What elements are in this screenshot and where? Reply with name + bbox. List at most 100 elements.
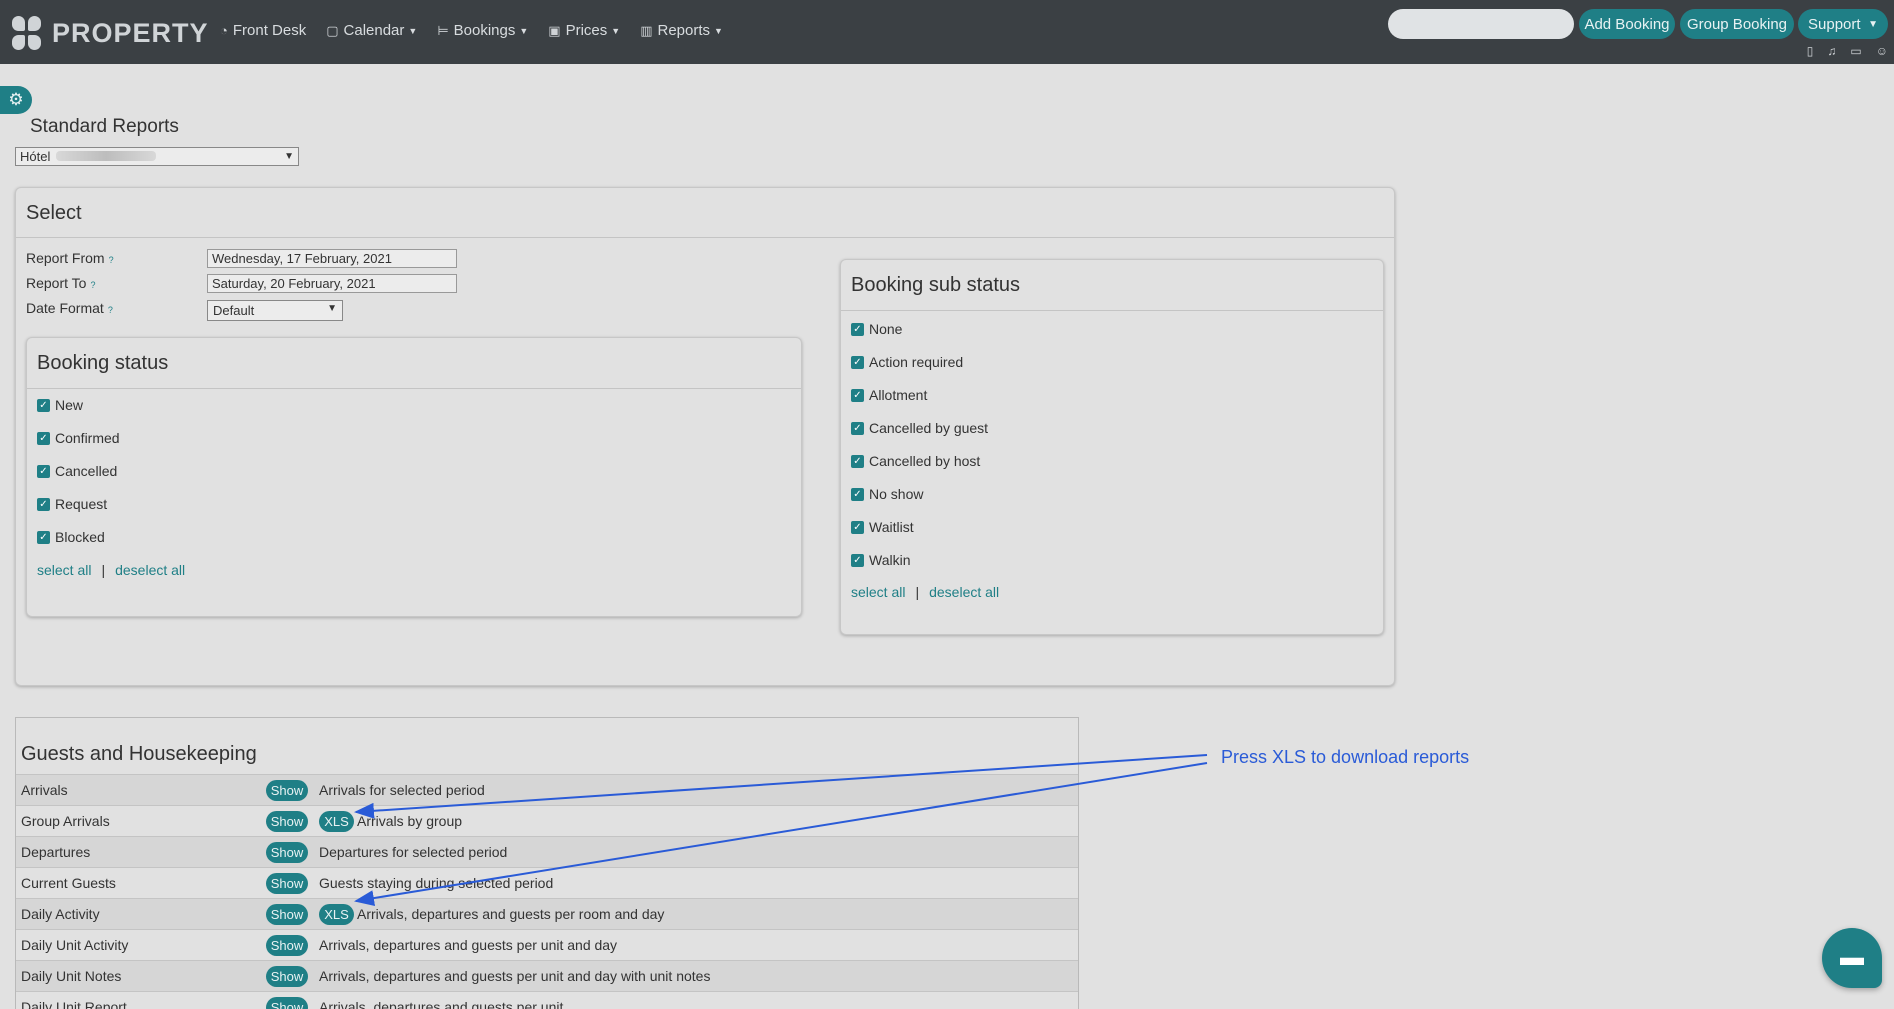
report-from-input[interactable]: Wednesday, 17 February, 2021 bbox=[207, 249, 457, 268]
checkbox-label: Confirmed bbox=[55, 430, 120, 446]
nav-item-calendar[interactable]: ▢ Calendar ▼ bbox=[326, 22, 417, 39]
checkbox-label: New bbox=[55, 397, 84, 413]
checkbox-checked-icon[interactable]: ✓ bbox=[37, 530, 50, 544]
select-all-link[interactable]: select all bbox=[851, 584, 905, 600]
checkbox-checked-icon[interactable]: ✓ bbox=[37, 497, 50, 511]
checkbox-item[interactable]: ✓ Cancelled bbox=[37, 463, 117, 479]
report-from-label: Report From bbox=[26, 250, 105, 266]
checkbox-checked-icon[interactable]: ✓ bbox=[851, 487, 864, 501]
show-button[interactable]: Show bbox=[266, 841, 308, 863]
checkbox-item[interactable]: ✓ New bbox=[37, 397, 83, 413]
checkbox-item[interactable]: ✓ Walkin bbox=[851, 552, 911, 568]
checkbox-item[interactable]: ✓ Confirmed bbox=[37, 430, 120, 446]
checkbox-checked-icon[interactable]: ✓ bbox=[851, 454, 864, 468]
chevron-down-icon: ▼ bbox=[284, 151, 294, 162]
nav-item-label: Bookings bbox=[453, 22, 516, 39]
checkbox-item[interactable]: ✓ Waitlist bbox=[851, 519, 914, 535]
mobile-icon[interactable]: ▯ bbox=[1807, 44, 1814, 58]
checkbox-item[interactable]: ✓ Allotment bbox=[851, 387, 927, 403]
table-row: Daily Unit Notes Show Arrivals, departures… bbox=[16, 960, 1078, 991]
show-button[interactable]: Show bbox=[266, 903, 308, 925]
show-button[interactable]: Show bbox=[266, 965, 308, 987]
show-button[interactable]: Show bbox=[266, 934, 308, 956]
checkbox-checked-icon[interactable]: ✓ bbox=[851, 322, 864, 336]
help-icon[interactable]: ? bbox=[108, 305, 113, 315]
checkbox-checked-icon[interactable]: ✓ bbox=[851, 520, 864, 534]
monitor-icon[interactable]: ▭ bbox=[1850, 44, 1861, 58]
report-name: Daily Unit Notes bbox=[21, 968, 122, 984]
report-description: Arrivals, departures and guests per unit bbox=[319, 999, 564, 1009]
checkbox-checked-icon[interactable]: ✓ bbox=[851, 388, 864, 402]
nav-item-bookings[interactable]: ⊨ Bookings ▼ bbox=[437, 22, 528, 39]
checkbox-label: Action required bbox=[869, 354, 964, 370]
checkbox-item[interactable]: ✓ None bbox=[851, 321, 902, 337]
checkbox-label: Blocked bbox=[55, 529, 105, 545]
add-booking-button[interactable]: Add Booking bbox=[1579, 9, 1675, 39]
report-name: Current Guests bbox=[21, 875, 116, 891]
xls-button[interactable]: XLS bbox=[319, 903, 354, 925]
nav-item-label: Calendar bbox=[343, 22, 405, 39]
chat-button[interactable]: ▬ bbox=[1822, 928, 1882, 988]
checkbox-checked-icon[interactable]: ✓ bbox=[37, 464, 50, 478]
search-input[interactable] bbox=[1388, 9, 1574, 39]
user-icon[interactable]: ☺ bbox=[1876, 44, 1888, 58]
money-icon: ▣ bbox=[548, 22, 561, 38]
date-format-row: Date Format? bbox=[26, 300, 206, 316]
show-button[interactable]: Show bbox=[266, 779, 308, 801]
calendar-icon: ▢ bbox=[326, 22, 339, 38]
main-menu: ◔ Front Desk ▢ Calendar ▼ ⊨ Bookings ▼ ▣ Prices ▼ ▥… bbox=[220, 22, 743, 39]
xls-button[interactable]: XLS bbox=[319, 810, 354, 832]
deselect-all-link[interactable]: deselect all bbox=[115, 562, 185, 578]
help-icon[interactable]: ? bbox=[90, 280, 95, 290]
chevron-down-icon: ▼ bbox=[714, 25, 723, 36]
chevron-down-icon: ▼ bbox=[611, 25, 621, 36]
booking-status-title: Booking status bbox=[27, 338, 801, 389]
property-name: Hótel bbox=[20, 149, 51, 164]
report-description: Guests staying during selected period bbox=[319, 875, 554, 891]
select-all-link[interactable]: select all bbox=[37, 562, 91, 578]
report-description: Departures for selected period bbox=[319, 844, 508, 860]
show-button[interactable]: Show bbox=[266, 996, 308, 1009]
checkbox-item[interactable]: ✓ Blocked bbox=[37, 529, 105, 545]
checkbox-item[interactable]: ✓ Action required bbox=[851, 354, 963, 370]
report-name: Group Arrivals bbox=[21, 813, 110, 829]
report-description: Arrivals, departures and guests per room… bbox=[357, 906, 665, 922]
settings-gear-icon[interactable]: ⚙ bbox=[0, 86, 32, 114]
brand-logo[interactable]: PROPERTY bbox=[12, 16, 209, 50]
checkbox-item[interactable]: ✓ Request bbox=[37, 496, 107, 512]
checkbox-checked-icon[interactable]: ✓ bbox=[851, 355, 864, 369]
property-select[interactable]: Hótel ▼ bbox=[15, 147, 299, 166]
support-button[interactable]: Support ▼ bbox=[1798, 9, 1888, 39]
help-icon[interactable]: ? bbox=[109, 255, 114, 265]
checkbox-checked-icon[interactable]: ✓ bbox=[851, 553, 864, 567]
show-button[interactable]: Show bbox=[266, 872, 308, 894]
checkbox-label: No show bbox=[869, 486, 924, 502]
report-description: Arrivals, departures and guests per unit… bbox=[319, 937, 618, 953]
checkbox-item[interactable]: ✓ Cancelled by guest bbox=[851, 420, 988, 436]
checkbox-label: Allotment bbox=[869, 387, 928, 403]
chevron-down-icon: ▼ bbox=[519, 25, 529, 36]
nav-item-prices[interactable]: ▣ Prices ▼ bbox=[548, 22, 620, 39]
checkbox-item[interactable]: ✓ Cancelled by host bbox=[851, 453, 980, 469]
select-panel-title: Select bbox=[16, 188, 1394, 238]
group-booking-button[interactable]: Group Booking bbox=[1680, 9, 1794, 39]
checkbox-label: Cancelled by host bbox=[869, 453, 981, 469]
table-row: Group Arrivals Show XLS Arrivals by group bbox=[16, 805, 1078, 836]
chevron-down-icon: ▼ bbox=[408, 25, 418, 36]
checkbox-checked-icon[interactable]: ✓ bbox=[37, 431, 50, 445]
nav-item-reports[interactable]: ▥ Reports ▼ bbox=[640, 22, 723, 39]
bell-icon[interactable]: ♫ bbox=[1827, 44, 1836, 58]
report-to-input[interactable]: Saturday, 20 February, 2021 bbox=[207, 274, 457, 293]
chevron-down-icon[interactable]: ▼ bbox=[1868, 19, 1878, 30]
booking-sub-status-title: Booking sub status bbox=[841, 260, 1383, 311]
chat-icon: ▬ bbox=[1840, 944, 1864, 971]
show-button[interactable]: Show bbox=[266, 810, 308, 832]
date-format-select[interactable]: Default ▼ bbox=[207, 300, 343, 321]
date-format-label: Date Format bbox=[26, 300, 104, 316]
checkbox-item[interactable]: ✓ No show bbox=[851, 486, 923, 502]
nav-item-front-desk[interactable]: ◔ Front Desk bbox=[220, 22, 306, 39]
page-title: Standard Reports bbox=[30, 116, 179, 137]
checkbox-checked-icon[interactable]: ✓ bbox=[851, 421, 864, 435]
checkbox-checked-icon[interactable]: ✓ bbox=[37, 398, 50, 412]
deselect-all-link[interactable]: deselect all bbox=[929, 584, 999, 600]
